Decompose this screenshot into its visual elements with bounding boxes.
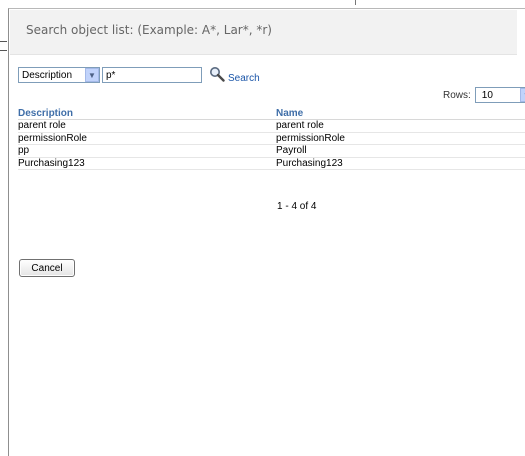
chevron-down-icon[interactable]: ▼ xyxy=(519,88,525,102)
search-input[interactable] xyxy=(102,67,202,83)
rows-selected-value: 10 xyxy=(481,89,493,101)
search-link[interactable]: Search xyxy=(228,73,260,84)
magnifier-search-icon[interactable] xyxy=(209,66,225,82)
dialog-header: Search object list: (Example: A*, Lar*, … xyxy=(10,10,517,55)
chevron-down-icon[interactable]: ▼ xyxy=(85,68,99,82)
edge-mark xyxy=(0,50,7,51)
cell-name: Payroll xyxy=(276,145,307,157)
table-row[interactable]: permissionRole permissionRole xyxy=(18,132,525,145)
table-row[interactable]: pp Payroll xyxy=(18,145,525,158)
search-field-selected-value: Description xyxy=(22,69,73,81)
column-header-description[interactable]: Description xyxy=(18,108,276,119)
cell-name: Purchasing123 xyxy=(276,157,343,169)
rows-per-page-select[interactable]: 10 ▼ xyxy=(474,87,525,103)
table-row[interactable]: parent role parent role xyxy=(18,120,525,133)
cell-name: parent role xyxy=(276,120,324,132)
search-field-select[interactable]: Description ▼ xyxy=(18,67,100,83)
cell-description: permissionRole xyxy=(18,132,87,144)
results-table: Description Name parent role parent role… xyxy=(18,107,525,170)
pagination-summary: 1 - 4 of 4 xyxy=(277,201,317,212)
search-row: Description ▼ Search xyxy=(18,66,260,84)
rows-label: Rows: xyxy=(443,89,471,101)
cell-description: Purchasing123 xyxy=(18,157,85,169)
edge-mark xyxy=(0,41,7,42)
cell-description: pp xyxy=(18,145,30,157)
dialog-title: Search object list: (Example: A*, Lar*, … xyxy=(26,23,272,37)
edge-mark xyxy=(355,0,356,5)
table-row[interactable]: Purchasing123 Purchasing123 xyxy=(18,157,525,170)
column-header-name[interactable]: Name xyxy=(276,108,525,119)
table-header-row: Description Name xyxy=(18,107,525,120)
cell-name: permissionRole xyxy=(276,132,345,144)
rows-per-page-control: Rows: 10 ▼ xyxy=(443,87,525,103)
cancel-button[interactable]: Cancel xyxy=(19,259,75,277)
cell-description: parent role xyxy=(18,120,66,132)
